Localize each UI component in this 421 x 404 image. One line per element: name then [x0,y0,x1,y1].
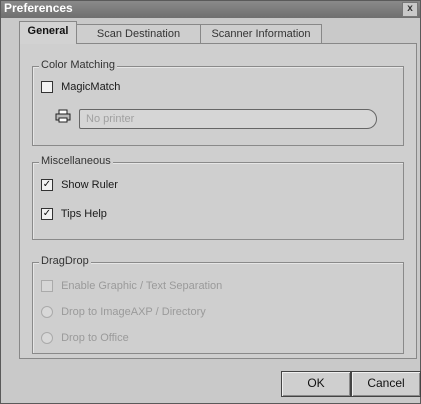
title-bar: Preferences x [1,1,420,18]
general-panel: Color Matching MagicMatch No printer Mis… [19,43,417,359]
show-ruler-checkbox[interactable]: ✓ Show Ruler [41,178,118,192]
printer-field[interactable]: No printer [79,109,377,129]
dragdrop-group: DragDrop Enable Graphic / Text Separatio… [32,255,404,354]
close-button[interactable]: x [402,2,418,17]
tips-help-checkbox[interactable]: ✓ Tips Help [41,207,107,221]
drop-to-office-radio[interactable]: Drop to Office [41,331,129,345]
preferences-window: Preferences x General Scan Destination S… [0,0,421,404]
drop-to-directory-radio[interactable]: Drop to ImageAXP / Directory [41,305,206,319]
miscellaneous-label: Miscellaneous [39,155,113,167]
ok-button[interactable]: OK [281,371,351,397]
separation-checkbox[interactable]: Enable Graphic / Text Separation [41,279,222,293]
drop-to-office-label: Drop to Office [61,332,129,344]
separation-checkbox-box[interactable] [41,280,53,293]
color-matching-label: Color Matching [39,59,117,71]
tab-scanner-information[interactable]: Scanner Information [200,24,322,43]
show-ruler-checkbox-box[interactable]: ✓ [41,179,53,192]
show-ruler-label: Show Ruler [61,179,118,191]
tab-scan-destination[interactable]: Scan Destination [74,24,203,43]
drop-to-office-radio-button[interactable] [41,332,53,345]
drop-to-directory-label: Drop to ImageAXP / Directory [61,306,206,318]
magicmatch-checkbox[interactable]: MagicMatch [41,80,120,94]
miscellaneous-group: Miscellaneous ✓ Show Ruler ✓ Tips Help [32,155,404,240]
cancel-button[interactable]: Cancel [351,371,421,397]
color-matching-group: Color Matching MagicMatch No printer [32,59,404,146]
separation-label: Enable Graphic / Text Separation [61,280,223,292]
tab-general[interactable]: General [19,21,77,44]
magicmatch-label: MagicMatch [61,81,121,93]
dragdrop-label: DragDrop [39,255,91,267]
magicmatch-checkbox-box[interactable] [41,81,53,94]
printer-icon [55,109,71,123]
drop-to-directory-radio-button[interactable] [41,306,53,319]
window-title: Preferences [4,1,73,15]
tips-help-label: Tips Help [60,208,107,220]
tips-help-checkbox-box[interactable]: ✓ [41,208,53,221]
